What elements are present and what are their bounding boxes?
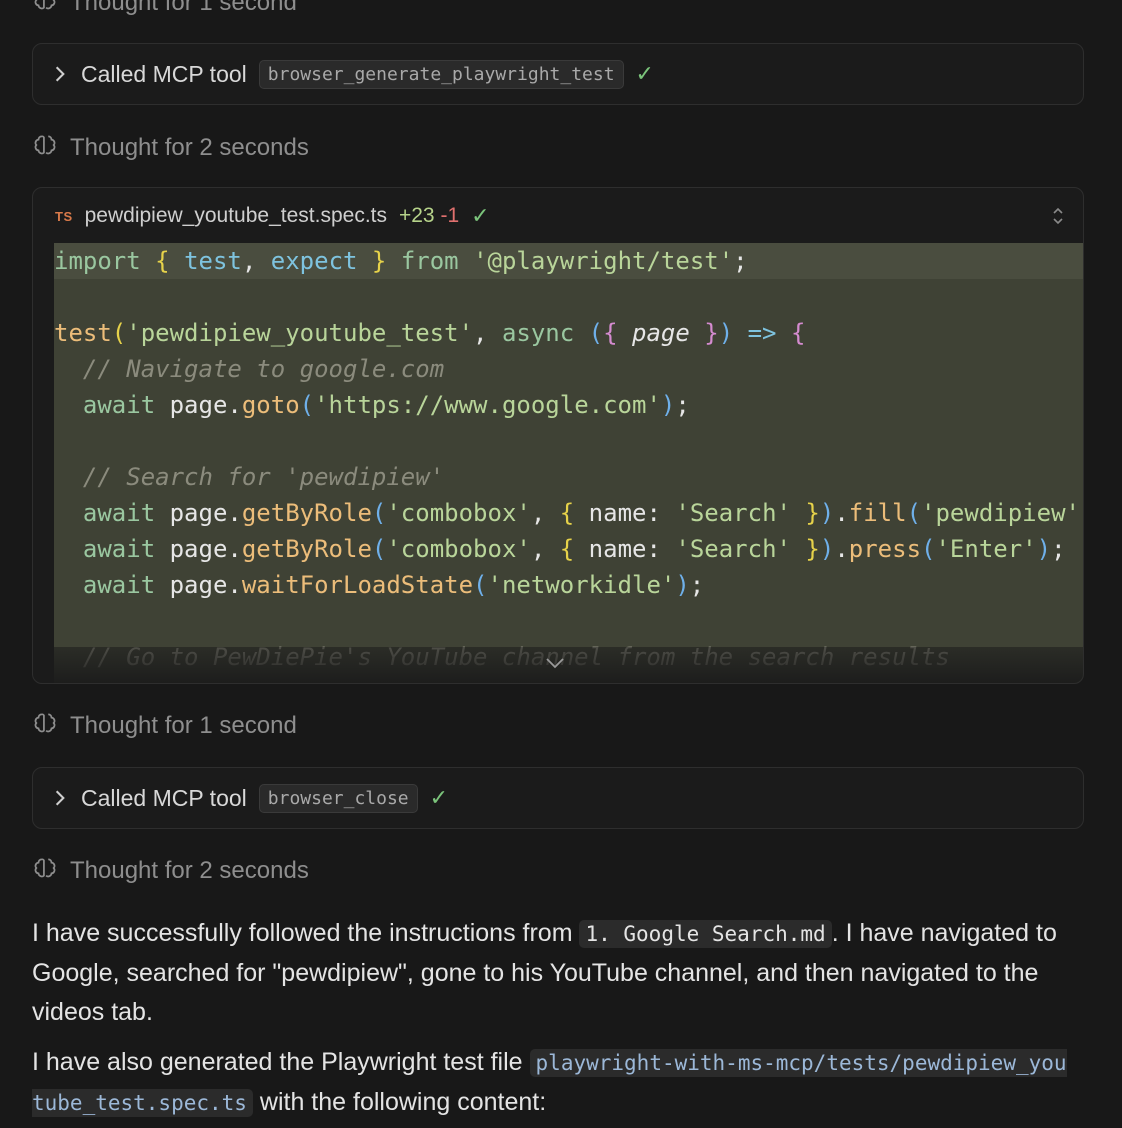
check-icon: ✓ — [429, 785, 449, 810]
scroll-fade — [54, 647, 1083, 683]
assistant-message-paragraph: I have also generated the Playwright tes… — [32, 1043, 1077, 1123]
thought-label: Thought for 1 second — [70, 0, 297, 16]
tool-call-label: Called MCP tool — [81, 60, 247, 87]
message-text: with the following content: — [259, 1088, 547, 1116]
thought-label: Thought for 1 second — [70, 712, 297, 739]
mcp-tool-call[interactable]: Called MCP tool browser_close ✓ — [32, 767, 1084, 829]
inline-code-filename[interactable]: 1. Google Search.md — [579, 920, 832, 948]
brain-icon — [32, 132, 58, 165]
assistant-message-paragraph: I have successfully followed the instruc… — [32, 914, 1092, 1032]
brain-icon — [32, 0, 58, 20]
message-text: I have successfully followed the instruc… — [32, 919, 573, 947]
brain-icon — [32, 710, 58, 743]
chevrons-up-down-icon[interactable] — [1051, 206, 1065, 232]
additions-count: +23 — [398, 204, 435, 227]
code-text: import { test, expect } from '@playwrigh… — [54, 243, 1083, 675]
code-card-header[interactable]: TS pewdipiew_youtube_test.spec.ts +23 -1… — [33, 188, 1083, 244]
check-icon: ✓ — [471, 203, 490, 228]
thought-indicator[interactable]: Thought for 1 second — [32, 711, 297, 741]
thought-label: Thought for 2 seconds — [70, 134, 309, 161]
tool-name-badge: browser_close — [258, 783, 418, 813]
message-text: I have also generated the Playwright tes… — [32, 1048, 523, 1076]
check-icon: ✓ — [635, 61, 654, 86]
typescript-file-icon: TS — [55, 208, 73, 224]
tool-name-badge: browser_generate_playwright_test — [258, 59, 624, 89]
tool-call-label: Called MCP tool — [81, 784, 247, 811]
brain-icon — [32, 855, 58, 888]
chevron-right-icon[interactable] — [51, 789, 69, 807]
file-name[interactable]: pewdipiew_youtube_test.spec.ts — [85, 204, 387, 228]
code-edit-card: TS pewdipiew_youtube_test.spec.ts +23 -1… — [32, 187, 1084, 684]
thought-indicator[interactable]: Thought for 1 second — [32, 0, 297, 18]
chevron-down-icon[interactable] — [544, 656, 566, 675]
chevron-right-icon[interactable] — [51, 65, 69, 83]
code-block[interactable]: import { test, expect } from '@playwrigh… — [54, 243, 1083, 683]
thought-label: Thought for 2 seconds — [70, 857, 309, 884]
thought-indicator[interactable]: Thought for 2 seconds — [32, 856, 309, 886]
mcp-tool-call[interactable]: Called MCP tool browser_generate_playwri… — [32, 43, 1084, 105]
deletions-count: -1 — [440, 204, 460, 227]
thought-indicator[interactable]: Thought for 2 seconds — [32, 133, 309, 163]
